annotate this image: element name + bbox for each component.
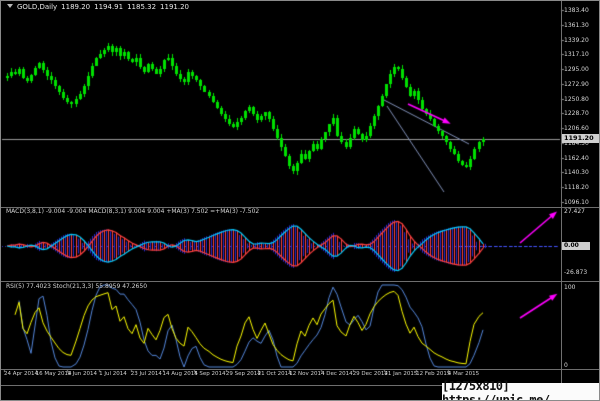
date-axis-label[interactable]: 21 Jan 2015 [384, 371, 417, 377]
price-axis-label: 1272.90 [564, 80, 589, 88]
pane-separator[interactable] [1, 281, 599, 282]
macd-axis-top: 27.427 [564, 208, 585, 215]
price-axis-label: 1361.30 [564, 21, 589, 29]
macd-zero-tag: 0.00 [562, 242, 590, 250]
price-axis-border [561, 1, 562, 386]
ohlc-open: 1189.20 [61, 3, 91, 11]
price-axis-label: 1317.10 [564, 51, 589, 59]
date-axis-label[interactable]: 29 Sep 2014 [226, 371, 261, 377]
rsi-pane-header: RSI(5) 77.4023 Stoch(21,3,3) 55.8959 47.… [6, 283, 148, 290]
watermark-badge: [1275x810] https://upic.me/ [442, 379, 599, 400]
date-axis-label[interactable]: 9 Jun 2014 [67, 371, 97, 377]
pane-separator[interactable] [1, 369, 599, 370]
price-axis-label: 1118.20 [564, 184, 589, 192]
price-axis-label: 1383.40 [564, 7, 589, 14]
date-axis-label[interactable]: 12 Nov 2014 [289, 371, 324, 377]
date-axis-label[interactable]: 12 Feb 2015 [416, 371, 450, 377]
ohlc-low: 1185.32 [127, 3, 157, 11]
date-axis-label[interactable]: 23 Jul 2014 [131, 371, 162, 377]
symbol-label: GOLD,Daily [17, 3, 58, 11]
date-axis-label[interactable]: 16 May 2014 [36, 371, 72, 377]
date-axis-label[interactable]: 24 Apr 2014 [4, 371, 38, 377]
date-axis-label[interactable]: 4 Dec 2014 [321, 371, 353, 377]
date-axis-label[interactable]: 29 Dec 2014 [353, 371, 388, 377]
price-axis-label: 1162.40 [564, 154, 589, 162]
price-axis-label: 1228.70 [564, 110, 589, 118]
date-axis-label[interactable]: 4 Mar 2015 [448, 371, 479, 377]
macd-pane-header: MACD(3,8,1) -9.004 -9.004 MACD(8,3,1) 9.… [6, 208, 260, 215]
price-axis-label: 1206.60 [564, 125, 589, 133]
chart-window: GOLD,Daily 1189.20 1194.91 1185.32 1191.… [0, 0, 600, 401]
symbol-marker-icon [7, 4, 13, 8]
rsi-axis-top: 100 [564, 284, 576, 291]
date-axis-label[interactable]: 14 Aug 2014 [163, 371, 198, 377]
date-axis-label[interactable]: 1 Jul 2014 [99, 371, 127, 377]
rsi-axis-bottom: 0 [564, 362, 568, 369]
price-axis-label: 1295.00 [564, 66, 589, 74]
date-axis-label[interactable]: 5 Sep 2014 [194, 371, 225, 377]
chart-canvas[interactable] [1, 1, 599, 400]
date-axis-label[interactable]: 21 Oct 2014 [258, 371, 292, 377]
chart-title: GOLD,Daily 1189.20 1194.91 1185.32 1191.… [7, 3, 189, 11]
price-axis-label: 1140.30 [564, 169, 589, 177]
ohlc-high: 1194.91 [94, 3, 124, 11]
price-axis-label: 1250.80 [564, 95, 589, 103]
ohlc-close: 1191.20 [160, 3, 189, 11]
current-price-tag: 1191.20 [562, 134, 599, 143]
price-axis-label: 1339.20 [564, 36, 589, 44]
price-axis-label: 1096.10 [564, 199, 589, 206]
macd-axis-bottom: -26.873 [564, 269, 588, 276]
